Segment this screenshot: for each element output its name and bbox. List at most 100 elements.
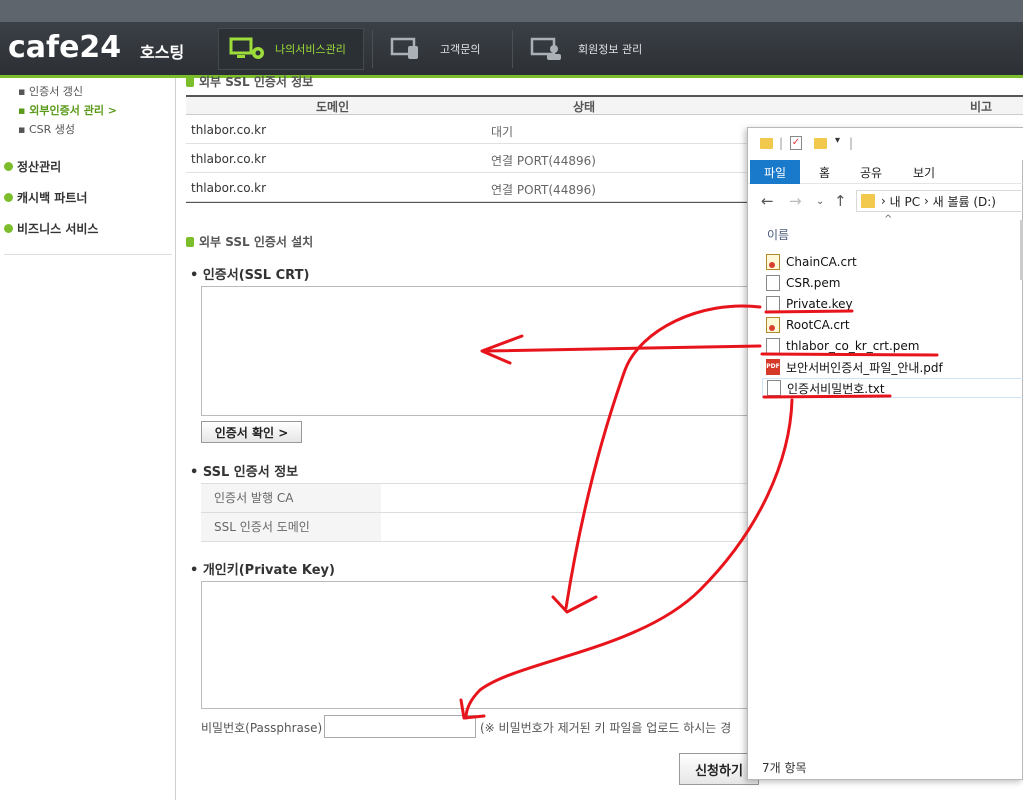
list-item[interactable]: RootCA.crt xyxy=(766,315,850,335)
status-bar-count: 7개 항목 xyxy=(762,761,807,775)
new-folder-icon[interactable] xyxy=(814,138,827,149)
sort-caret-icon: ^ xyxy=(884,214,893,225)
separator: | xyxy=(849,136,854,150)
nav-member-info[interactable]: 회원정보 관리 xyxy=(530,28,670,70)
pdf-icon: PDF xyxy=(766,359,780,375)
file-name: RootCA.crt xyxy=(786,318,850,332)
bullet-icon xyxy=(4,193,13,202)
nav-member-info-label: 회원정보 관리 xyxy=(578,43,643,56)
sidebar-csr-create-label: CSR 생성 xyxy=(28,123,75,136)
sidebar-external-cert-label: 외부인증서 관리 > xyxy=(29,104,118,117)
list-item[interactable]: ChainCA.crt xyxy=(766,252,857,272)
sidebar-divider xyxy=(4,254,172,255)
section-ssl-install: 외부 SSL 인증서 설치 xyxy=(186,233,313,250)
monitor-phone-icon xyxy=(390,37,418,59)
ribbon-tab-share[interactable]: 공유 xyxy=(860,164,882,181)
td-status: 연결 PORT(44896) xyxy=(491,183,596,197)
td-status: 대기 xyxy=(491,125,514,139)
doc-icon xyxy=(766,338,780,354)
th-domain: 도메인 xyxy=(316,100,350,114)
top-header: cafe24 호스팅 나의서비스관리 고객문의 회원정보 관리 xyxy=(0,0,1023,75)
th-note: 비고 xyxy=(970,100,993,114)
forward-arrow-icon[interactable]: → xyxy=(789,192,802,210)
td-status: 연결 PORT(44896) xyxy=(491,154,596,168)
section-ssl-info-title: 외부 SSL 인증서 정보 xyxy=(199,75,314,89)
doc-icon xyxy=(766,296,780,312)
quick-access-dropdown-icon[interactable]: ▾ xyxy=(835,135,840,146)
breadcrumb-volume[interactable]: 새 볼륨 (D:) xyxy=(933,193,996,210)
bullet-icon xyxy=(4,162,13,171)
nav-customer-inquiry[interactable]: 고객문의 xyxy=(390,28,510,70)
passphrase-label: 비밀번호(Passphrase) xyxy=(201,721,323,735)
ribbon-tab-home[interactable]: 홈 xyxy=(819,164,830,181)
column-header-name[interactable]: 이름 xyxy=(767,226,789,243)
info-row: 인증서 발행 CA xyxy=(201,484,761,513)
passphrase-input[interactable] xyxy=(324,715,476,738)
separator: | xyxy=(779,136,784,150)
private-key-textarea[interactable] xyxy=(201,581,771,709)
logo-subtitle: 호스팅 xyxy=(140,43,185,62)
key-title-text: 개인키(Private Key) xyxy=(202,563,335,578)
nav-my-service-label: 나의서비스관리 xyxy=(275,43,346,56)
info-row: SSL 인증서 도메인 xyxy=(201,513,761,542)
up-arrow-icon[interactable]: ↑ xyxy=(834,192,847,210)
check-cert-button[interactable]: 인증서 확인 > xyxy=(201,421,302,443)
sidebar-billing-label: 정산관리 xyxy=(17,160,62,174)
cert-info-table: 인증서 발행 CA SSL 인증서 도메인 xyxy=(201,483,761,542)
passphrase-note: (※ 비밀번호가 제거된 키 파일을 업로드 하시는 경 xyxy=(480,721,732,735)
key-title: • 개인키(Private Key) xyxy=(190,563,335,578)
info-title: • SSL 인증서 정보 xyxy=(190,465,299,480)
ribbon-tab-file[interactable]: 파일 xyxy=(750,160,801,184)
sidebar-cashback-partner[interactable]: 캐시백 파트너 xyxy=(4,189,87,206)
nav-customer-inquiry-label: 고객문의 xyxy=(440,43,481,56)
list-item[interactable]: 인증서비밀번호.txt xyxy=(762,378,1023,398)
table-header: 도메인 상태 비고 xyxy=(186,97,1023,115)
breadcrumb-my-pc[interactable]: 내 PC xyxy=(890,193,920,210)
list-item[interactable]: PDF 보안서버인증서_파일_안내.pdf xyxy=(766,357,943,377)
doc-icon xyxy=(766,275,780,291)
properties-check-icon[interactable]: ✓ xyxy=(790,136,802,150)
cert-icon xyxy=(766,317,780,333)
back-arrow-icon[interactable]: ← xyxy=(761,192,774,210)
sidebar-csr-create[interactable]: ▪ CSR 생성 xyxy=(18,121,75,137)
crt-textarea[interactable] xyxy=(201,286,771,416)
crt-title: • 인증서(SSL CRT) xyxy=(190,268,310,283)
list-item[interactable]: thlabor_co_kr_crt.pem xyxy=(766,336,919,356)
address-bar[interactable]: › 내 PC › 새 볼륨 (D:) xyxy=(856,190,1023,212)
crt-title-text: 인증서(SSL CRT) xyxy=(202,268,310,283)
th-status: 상태 xyxy=(573,100,596,114)
sidebar-cert-renew-label: 인증서 갱신 xyxy=(28,85,84,98)
file-name: thlabor_co_kr_crt.pem xyxy=(786,339,920,353)
cert-icon xyxy=(766,254,780,270)
sidebar-external-cert[interactable]: ▪ 외부인증서 관리 > xyxy=(18,102,117,118)
sidebar-cashback-label: 캐시백 파트너 xyxy=(17,191,88,205)
nav-my-service[interactable]: 나의서비스관리 xyxy=(218,28,364,70)
ribbon-tab-view[interactable]: 보기 xyxy=(913,164,935,181)
explorer-titlebar[interactable]: | ✓ ▾ | xyxy=(748,128,1023,160)
file-name: Private.key xyxy=(786,297,853,311)
monitor-user-icon xyxy=(530,37,561,60)
bullet-icon xyxy=(4,224,13,233)
breadcrumb-chevron-icon: › xyxy=(881,194,886,208)
file-explorer-window[interactable]: | ✓ ▾ | 파일 홈 공유 보기 ← → ⌄ ↑ › 내 PC › 새 볼륨… xyxy=(747,127,1023,780)
list-item[interactable]: Private.key xyxy=(766,294,853,314)
recent-dropdown-icon[interactable]: ⌄ xyxy=(816,196,824,207)
address-row: ← → ⌄ ↑ › 내 PC › 새 볼륨 (D:) xyxy=(748,190,1023,214)
file-name: 인증서비밀번호.txt xyxy=(787,381,885,396)
td-domain: thlabor.co.kr xyxy=(191,152,267,166)
sidebar-billing[interactable]: 정산관리 xyxy=(4,158,61,175)
nav-separator xyxy=(512,30,513,68)
section-bullet-icon xyxy=(186,236,194,247)
explorer-ribbon: 파일 홈 공유 보기 xyxy=(748,160,1023,184)
sidebar-business-service[interactable]: 비즈니스 서비스 xyxy=(4,220,98,237)
list-item[interactable]: CSR.pem xyxy=(766,273,840,293)
section-bullet-icon xyxy=(186,76,194,87)
folder-icon xyxy=(760,138,773,149)
file-name: CSR.pem xyxy=(786,276,841,290)
sidebar-cert-renew[interactable]: ▪ 인증서 갱신 xyxy=(18,83,83,99)
file-name: ChainCA.crt xyxy=(786,255,857,269)
folder-icon xyxy=(861,194,875,208)
left-sidebar: ▪ 인증서 갱신 ▪ 외부인증서 관리 > ▪ CSR 생성 정산관리 캐시백 … xyxy=(0,78,176,800)
info-title-text: SSL 인증서 정보 xyxy=(202,465,299,480)
cafe24-logo[interactable]: cafe24 xyxy=(8,30,121,65)
